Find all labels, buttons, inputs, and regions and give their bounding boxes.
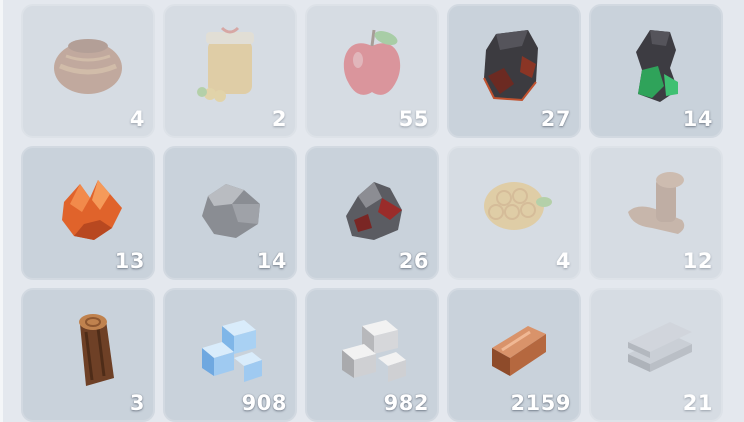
item-count: 2: [271, 107, 287, 131]
stone-blocks-icon: [342, 320, 406, 382]
inventory-grid: 4 2 55 27 14 13 14 26 4 12 3 908 982 215…: [21, 4, 723, 422]
inventory-slot-honey-jar[interactable]: 2: [163, 4, 297, 138]
item-count: 12: [682, 249, 713, 273]
inventory-slot-dark-ore[interactable]: 27: [447, 4, 581, 138]
iron-ore-icon: [346, 182, 402, 240]
item-count: 21: [682, 391, 713, 415]
copper-ingot-icon: [492, 326, 546, 376]
inventory-slot-stone[interactable]: 14: [163, 146, 297, 280]
item-count: 2159: [510, 391, 571, 415]
ice-blocks-icon: [202, 320, 262, 382]
item-count: 26: [398, 249, 429, 273]
item-count: 27: [540, 107, 571, 131]
honey-jar-icon: [197, 26, 254, 102]
inventory-slot-copper-ingot[interactable]: 2159: [447, 288, 581, 422]
inventory-slot-copper-ore[interactable]: 13: [21, 146, 155, 280]
item-count: 4: [555, 249, 571, 273]
mushroom-wood-icon: [628, 172, 685, 234]
dark-ore-icon: [483, 30, 538, 102]
green-ore-icon: [636, 30, 678, 102]
honeycomb-icon: [484, 182, 552, 230]
inventory-slot-clay-pot[interactable]: 4: [21, 4, 155, 138]
wood-log-icon: [79, 314, 114, 386]
inventory-slot-wood-log[interactable]: 3: [21, 288, 155, 422]
item-count: 13: [114, 249, 145, 273]
item-count: 908: [241, 391, 287, 415]
inventory-slot-mushroom-wood[interactable]: 12: [589, 146, 723, 280]
inventory-slot-ice-blocks[interactable]: 908: [163, 288, 297, 422]
item-count: 982: [383, 391, 429, 415]
metal-sheets-icon: [628, 322, 692, 372]
inventory-slot-apple[interactable]: 55: [305, 4, 439, 138]
inventory-slot-honeycomb[interactable]: 4: [447, 146, 581, 280]
item-count: 3: [129, 391, 145, 415]
apple-icon: [343, 29, 401, 95]
item-count: 14: [256, 249, 287, 273]
item-count: 14: [682, 107, 713, 131]
inventory-slot-iron-ore[interactable]: 26: [305, 146, 439, 280]
inventory-slot-stone-blocks[interactable]: 982: [305, 288, 439, 422]
item-count: 55: [398, 107, 429, 131]
copper-ore-icon: [62, 180, 122, 240]
stone-icon: [202, 184, 260, 238]
inventory-slot-metal-sheets[interactable]: 21: [589, 288, 723, 422]
inventory-slot-green-ore[interactable]: 14: [589, 4, 723, 138]
item-count: 4: [129, 107, 145, 131]
clay-pot-icon: [54, 39, 122, 94]
inventory-panel: 4 2 55 27 14 13 14 26 4 12 3 908 982 215…: [0, 0, 744, 422]
